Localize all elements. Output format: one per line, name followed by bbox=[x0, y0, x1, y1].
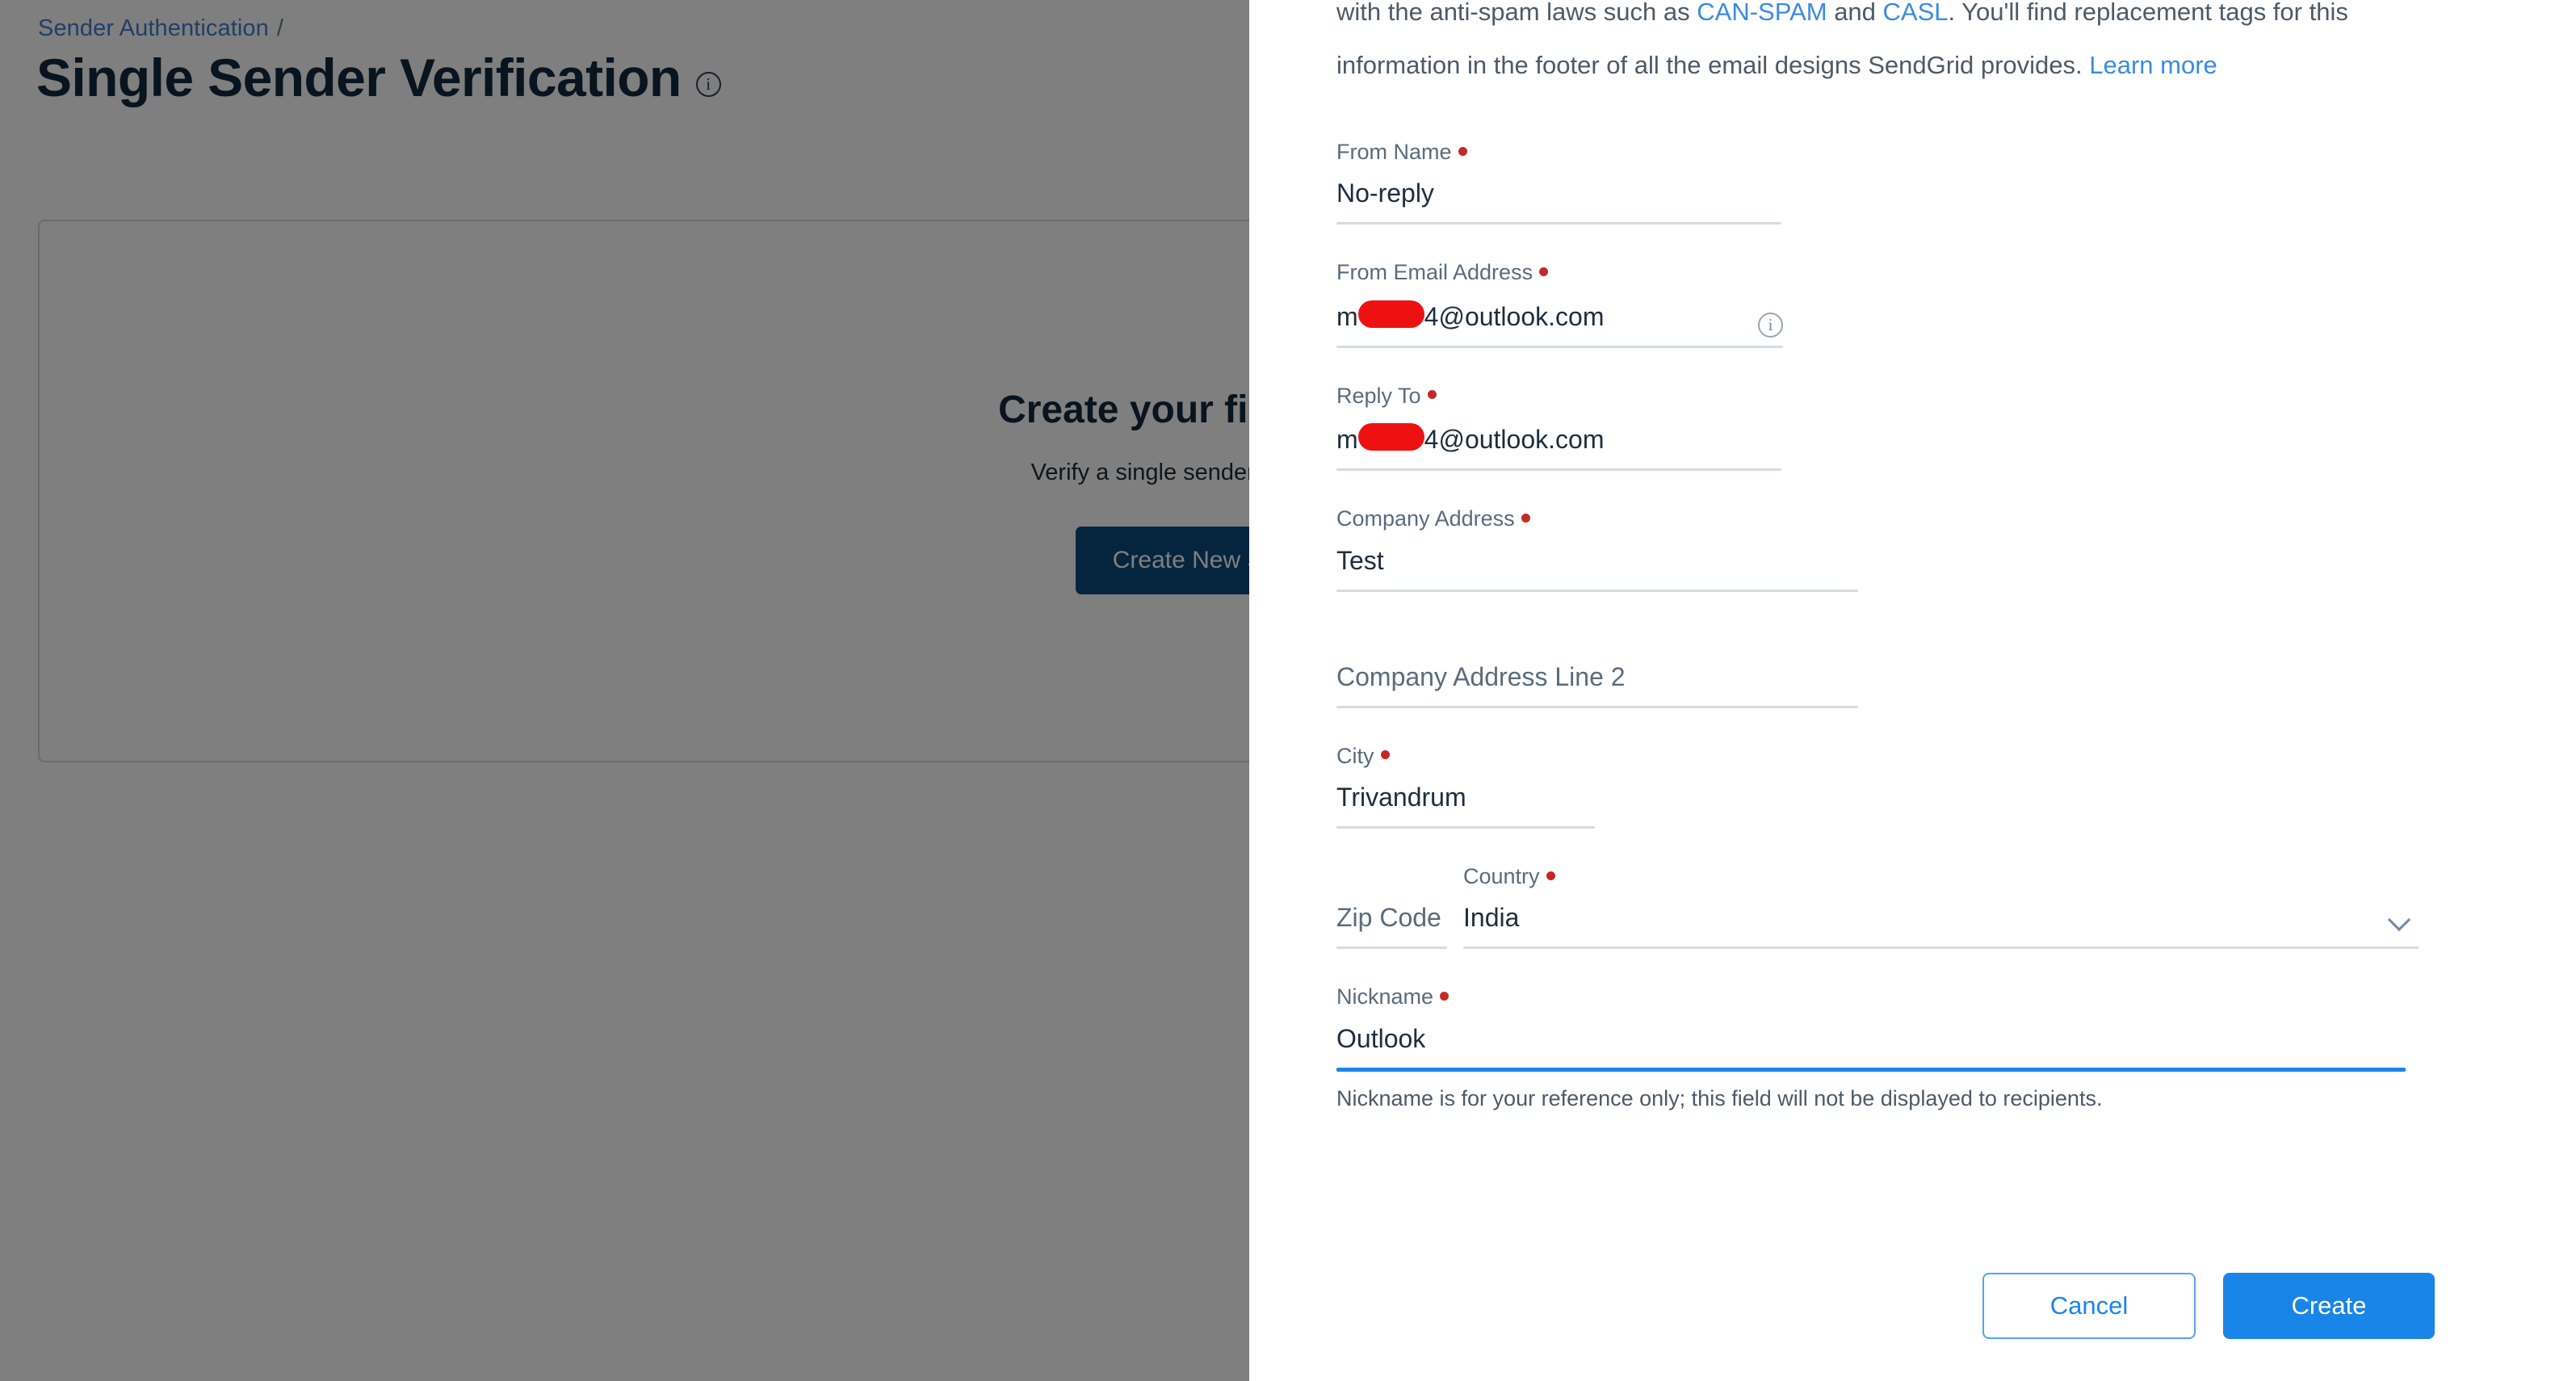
from-email-underline bbox=[1336, 345, 1783, 348]
redaction-mark bbox=[1357, 300, 1424, 328]
field-city: City Trivandrum bbox=[1336, 743, 2435, 829]
required-dot-icon bbox=[1458, 146, 1467, 156]
required-dot-icon bbox=[1427, 390, 1437, 400]
field-from-name: From Name No-reply bbox=[1336, 139, 2435, 225]
nickname-helper-text: Nickname is for your reference only; thi… bbox=[1336, 1085, 2103, 1110]
required-dot-icon bbox=[1440, 992, 1450, 1001]
required-dot-icon bbox=[1380, 750, 1390, 760]
link-casl[interactable]: CASL bbox=[1883, 0, 1949, 26]
from-email-value-suffix: 4@outlook.com bbox=[1424, 301, 1605, 331]
city-label-text: City bbox=[1336, 743, 1374, 768]
from-email-value-prefix: m bbox=[1336, 301, 1358, 331]
country-value: India bbox=[1463, 903, 1520, 933]
company-address-value: Test bbox=[1336, 545, 1384, 575]
from-name-label-text: From Name bbox=[1336, 140, 1452, 164]
app-root: Sender Authentication / Single Sender Ver… bbox=[0, 0, 2576, 1381]
sender-form: From Name No-reply From Email Address m … bbox=[1336, 139, 2435, 1111]
zip-code-underline bbox=[1336, 947, 1447, 950]
field-company-address: Company Address Test bbox=[1336, 506, 2435, 592]
from-email-input[interactable]: m 4@outlook.com bbox=[1336, 286, 1783, 346]
field-nickname: Nickname Outlook Nickname is for your re… bbox=[1336, 984, 2435, 1110]
company-address-underline bbox=[1336, 589, 1858, 592]
country-underline bbox=[1463, 947, 2419, 950]
redaction-mark bbox=[1357, 423, 1424, 451]
from-name-input[interactable]: No-reply bbox=[1336, 165, 2435, 222]
modal-intro-text: with the anti-spam laws such as CAN-SPAM… bbox=[1336, 0, 2402, 92]
reply-to-label-text: Reply To bbox=[1336, 383, 1421, 408]
intro-line1-pre: with the anti-spam laws such as bbox=[1336, 0, 1697, 26]
field-country: Country India bbox=[1463, 863, 2419, 950]
nickname-label: Nickname bbox=[1336, 984, 2435, 1010]
required-dot-icon bbox=[1521, 513, 1530, 523]
modal-content: with the anti-spam laws such as CAN-SPAM… bbox=[1336, 0, 2435, 1111]
field-company-address-line-2: Company Address Line 2 bbox=[1336, 627, 2435, 708]
reply-to-input[interactable]: m 4@outlook.com bbox=[1336, 409, 2435, 468]
reply-to-value-suffix: 4@outlook.com bbox=[1424, 425, 1605, 455]
page-title-row: Single Sender Verification i bbox=[36, 48, 721, 108]
company-address-line-2-input[interactable]: Company Address Line 2 bbox=[1336, 627, 2435, 706]
modal-footer: Cancel Create bbox=[1249, 1273, 2576, 1381]
breadcrumb-link-sender-authentication[interactable]: Sender Authentication bbox=[38, 15, 269, 41]
create-button[interactable]: Create bbox=[2223, 1273, 2435, 1339]
nickname-value: Outlook bbox=[1336, 1023, 1426, 1053]
city-input[interactable]: Trivandrum bbox=[1336, 769, 2435, 826]
required-dot-icon bbox=[1546, 871, 1555, 880]
from-name-value: No-reply bbox=[1336, 178, 1434, 208]
field-zip-code: Zip Code bbox=[1336, 889, 1447, 950]
company-address-label: Company Address bbox=[1336, 506, 2435, 531]
zip-code-input[interactable]: Zip Code bbox=[1336, 889, 1447, 947]
required-dot-icon bbox=[1539, 267, 1549, 277]
field-from-email: From Email Address m 4@outlook.com i bbox=[1336, 259, 1783, 348]
from-name-label: From Name bbox=[1336, 139, 2435, 165]
company-address-input[interactable]: Test bbox=[1336, 532, 2435, 590]
company-address-line-2-underline bbox=[1336, 705, 1858, 708]
city-underline bbox=[1336, 825, 1595, 829]
city-value: Trivandrum bbox=[1336, 782, 1466, 812]
cancel-button[interactable]: Cancel bbox=[1982, 1273, 2196, 1339]
breadcrumb-separator: / bbox=[276, 15, 284, 41]
country-select[interactable]: India bbox=[1463, 889, 2419, 947]
reply-to-value-prefix: m bbox=[1336, 425, 1358, 455]
link-can-spam[interactable]: CAN-SPAM bbox=[1697, 0, 1827, 26]
breadcrumb: Sender Authentication / bbox=[38, 15, 283, 43]
create-sender-modal: with the anti-spam laws such as CAN-SPAM… bbox=[1249, 0, 2576, 1381]
page-title: Single Sender Verification bbox=[36, 48, 682, 107]
company-address-label-text: Company Address bbox=[1336, 506, 1515, 531]
nickname-label-text: Nickname bbox=[1336, 984, 1434, 1010]
from-name-underline bbox=[1336, 222, 1781, 225]
field-reply-to: Reply To m 4@outlook.com bbox=[1336, 383, 2435, 472]
country-label-text: Country bbox=[1463, 863, 1540, 888]
info-icon[interactable]: i bbox=[695, 72, 721, 98]
nickname-input[interactable]: Outlook bbox=[1336, 1010, 2435, 1068]
link-learn-more[interactable]: Learn more bbox=[2089, 51, 2217, 79]
from-email-label: From Email Address bbox=[1336, 259, 1783, 285]
from-email-label-text: From Email Address bbox=[1336, 260, 1533, 285]
reply-to-underline bbox=[1336, 468, 1781, 472]
intro-line1-mid: and bbox=[1827, 0, 1883, 26]
reply-to-label: Reply To bbox=[1336, 383, 2435, 409]
country-label: Country bbox=[1463, 863, 2419, 889]
zip-country-row: Zip Code Country India bbox=[1336, 863, 2435, 950]
city-label: City bbox=[1336, 743, 2435, 769]
